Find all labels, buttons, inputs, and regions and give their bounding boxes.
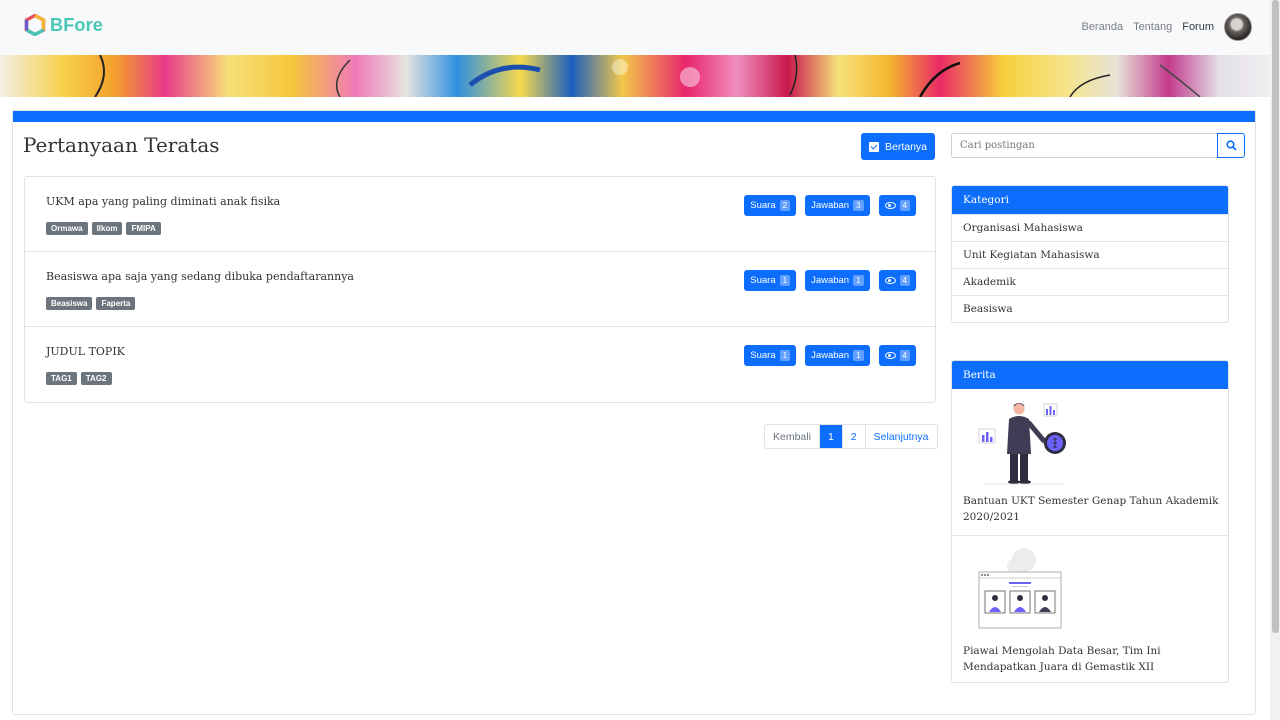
header-banner-image — [0, 55, 1270, 97]
category-header: Kategori — [952, 186, 1228, 214]
search-input[interactable] — [951, 133, 1217, 158]
question-tags: Beasiswa Faperta — [46, 297, 136, 310]
votes-label: Suara — [750, 200, 776, 211]
tag-badge[interactable]: Beasiswa — [46, 297, 93, 310]
tag-badge[interactable]: Ormawa — [46, 222, 88, 235]
views-badge[interactable]: 4 — [878, 270, 916, 291]
forum-card: Pertanyaan Teratas Bertanya UKM apa yang… — [12, 110, 1256, 715]
news-title[interactable]: Piawai Mengolah Data Besar, Tim Ini Mend… — [963, 643, 1219, 675]
views-badge[interactable]: 4 — [878, 195, 916, 216]
pagination: Kembali 1 2 Selanjutnya — [764, 424, 938, 449]
votes-count: 1 — [779, 350, 791, 361]
votes-badge[interactable]: Suara 1 — [744, 345, 797, 366]
category-item[interactable]: Akademik — [952, 268, 1228, 295]
views-count: 4 — [899, 350, 910, 361]
eye-icon — [884, 352, 896, 359]
search-button[interactable] — [1217, 133, 1245, 158]
ask-button-label: Bertanya — [884, 140, 928, 153]
nav-link-tentang[interactable]: Tentang — [1133, 21, 1172, 33]
question-title[interactable]: JUDUL TOPIK — [46, 345, 125, 358]
ask-button[interactable]: Bertanya — [861, 133, 935, 160]
answers-badge[interactable]: Jawaban 1 — [805, 345, 870, 366]
votes-label: Suara — [750, 350, 776, 361]
answers-count: 1 — [853, 350, 864, 361]
eye-icon — [884, 277, 896, 284]
news-title[interactable]: Bantuan UKT Semester Genap Tahun Akademi… — [963, 493, 1219, 525]
question-list: UKM apa yang paling diminati anak fisika… — [24, 176, 936, 403]
question-tags: TAG1 TAG2 — [46, 372, 112, 385]
question-item[interactable]: Beasiswa apa saja yang sedang dibuka pen… — [25, 252, 935, 327]
question-stats: Suara 2 Jawaban 3 4 — [744, 195, 916, 216]
scrollbar-thumb[interactable] — [1272, 0, 1279, 633]
news-header: Berita — [952, 361, 1228, 389]
tag-badge[interactable]: Faperta — [96, 297, 136, 310]
votes-count: 1 — [779, 275, 791, 286]
question-item[interactable]: JUDUL TOPIK TAG1 TAG2 Suara 1 Jawaban 1 4 — [25, 327, 935, 402]
tag-badge[interactable]: TAG2 — [80, 372, 112, 385]
avatar[interactable] — [1224, 13, 1252, 41]
nav-links: Beranda Tentang Forum — [1081, 13, 1252, 41]
answers-badge[interactable]: Jawaban 3 — [805, 195, 870, 216]
pencil-square-icon — [868, 141, 879, 152]
nav-link-forum[interactable]: Forum — [1182, 21, 1214, 33]
news-illustration-image — [978, 548, 1062, 629]
search-form — [951, 133, 1245, 158]
views-count: 4 — [899, 200, 910, 211]
search-icon — [1225, 140, 1237, 151]
news-illustration-image — [978, 403, 1066, 485]
question-title[interactable]: Beasiswa apa saja yang sedang dibuka pen… — [46, 270, 354, 283]
card-accent-bar — [13, 111, 1255, 122]
tag-badge[interactable]: TAG1 — [46, 372, 77, 385]
votes-badge[interactable]: Suara 2 — [744, 195, 797, 216]
news-item[interactable]: Bantuan UKT Semester Genap Tahun Akademi… — [952, 389, 1228, 536]
brand-logo-icon — [24, 14, 46, 36]
question-stats: Suara 1 Jawaban 1 4 — [744, 270, 916, 291]
navbar: BFore Beranda Tentang Forum — [0, 0, 1270, 55]
page-title: Pertanyaan Teratas — [23, 133, 220, 157]
question-tags: Ormawa Ilkom FMIPA — [46, 222, 161, 235]
news-card: Berita Bantuan UKT Semester Genap Tahun … — [951, 360, 1229, 683]
brand-name: BFore — [50, 14, 104, 35]
news-item[interactable]: Piawai Mengolah Data Besar, Tim Ini Mend… — [952, 536, 1228, 682]
answers-badge[interactable]: Jawaban 1 — [805, 270, 870, 291]
question-stats: Suara 1 Jawaban 1 4 — [744, 345, 916, 366]
category-card: Kategori Organisasi Mahasiswa Unit Kegia… — [951, 185, 1229, 323]
question-title[interactable]: UKM apa yang paling diminati anak fisika — [46, 195, 280, 208]
question-item[interactable]: UKM apa yang paling diminati anak fisika… — [25, 177, 935, 252]
page-scrollbar[interactable] — [1270, 0, 1280, 720]
votes-count: 2 — [779, 200, 791, 211]
tag-badge[interactable]: FMIPA — [126, 222, 161, 235]
category-item[interactable]: Organisasi Mahasiswa — [952, 214, 1228, 241]
votes-badge[interactable]: Suara 1 — [744, 270, 797, 291]
pagination-page-2[interactable]: 2 — [843, 425, 866, 448]
answers-count: 1 — [853, 275, 864, 286]
answers-label: Jawaban — [811, 200, 850, 211]
pagination-next[interactable]: Selanjutnya — [866, 425, 937, 448]
views-badge[interactable]: 4 — [878, 345, 916, 366]
category-item[interactable]: Unit Kegiatan Mahasiswa — [952, 241, 1228, 268]
brand[interactable]: BFore — [24, 14, 103, 36]
views-count: 4 — [899, 275, 910, 286]
votes-label: Suara — [750, 275, 776, 286]
eye-icon — [884, 202, 896, 209]
nav-link-beranda[interactable]: Beranda — [1081, 21, 1123, 33]
answers-count: 3 — [853, 200, 864, 211]
pagination-page-1[interactable]: 1 — [819, 425, 843, 448]
tag-badge[interactable]: Ilkom — [91, 222, 123, 235]
answers-label: Jawaban — [811, 350, 850, 361]
answers-label: Jawaban — [811, 275, 850, 286]
category-item[interactable]: Beasiswa — [952, 295, 1228, 322]
pagination-prev[interactable]: Kembali — [765, 425, 820, 448]
